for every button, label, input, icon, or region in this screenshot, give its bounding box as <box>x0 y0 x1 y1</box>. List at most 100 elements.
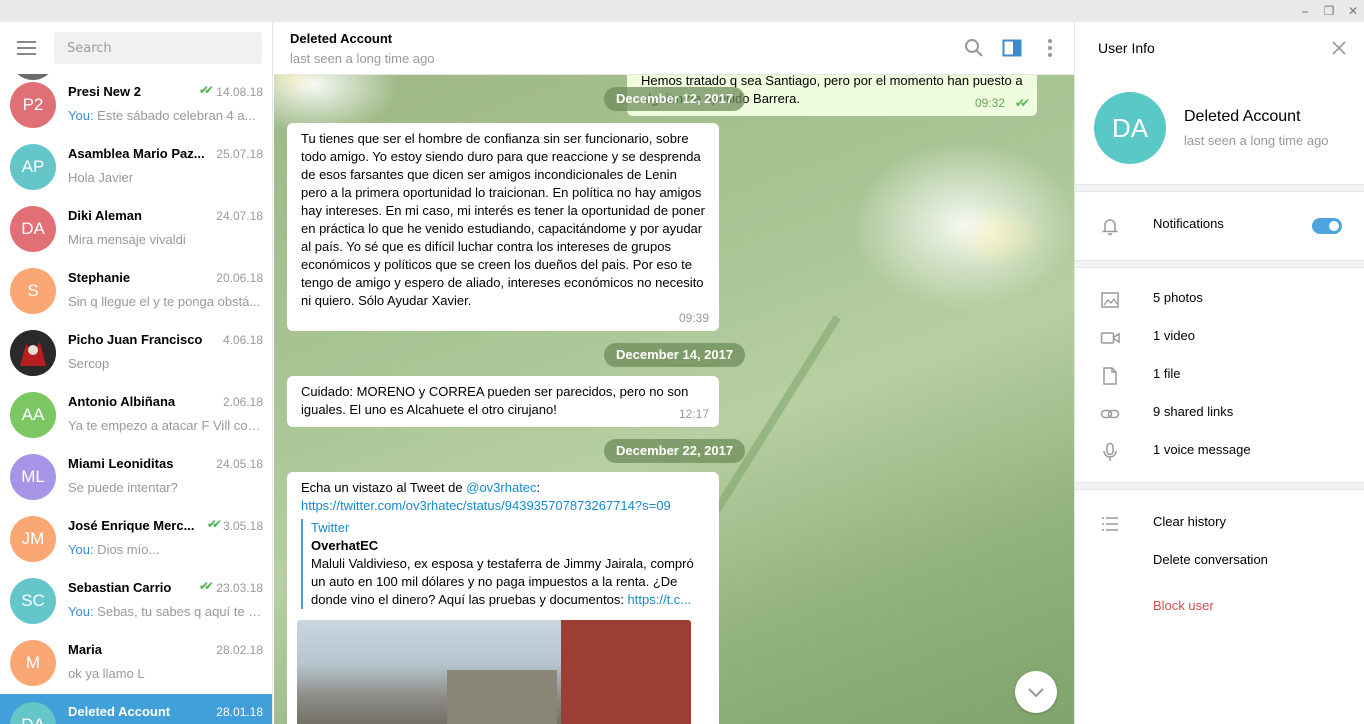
avatar[interactable]: DA <box>1094 92 1166 164</box>
chat-list-item[interactable]: P2 Presi New 2 ✔✔ 14.08.18 You: Este sábado … <box>0 74 272 136</box>
chat-date: 4.06.18 <box>222 333 263 347</box>
avatar: DA <box>10 206 56 252</box>
chat-date: 23.03.18 <box>216 581 263 595</box>
message-bubble-incoming[interactable]: Echa un vistazo al Tweet de @ov3rhatec: … <box>287 472 719 724</box>
message-text: Echa un vistazo al Tweet de @ov3rhatec: <box>301 480 541 495</box>
menu-icon[interactable] <box>17 41 36 55</box>
chat-preview: Sin q llegue el y te ponga obstá... <box>68 294 261 309</box>
avatar: M <box>10 640 56 686</box>
chat-list-item[interactable]: ML Miami Leoniditas 24.05.18 Se puede inten… <box>0 446 272 508</box>
link-preview[interactable]: Twitter OverhatEC Maluli Valdivieso, ex … <box>301 519 705 609</box>
message-time: 12:17 <box>678 407 709 421</box>
minimize-icon[interactable]: ⎯ <box>1297 3 1313 19</box>
preview-title: OverhatEC <box>311 538 379 553</box>
search-input[interactable] <box>54 32 262 64</box>
chat-preview: You: Este sábado celebran 4 a... <box>68 108 256 123</box>
chat-list-item[interactable]: S Stephanie 20.06.18 Sin q llegue el y te p… <box>0 260 272 322</box>
chat-header: Deleted Account last seen a long time ag… <box>274 22 1074 75</box>
search-icon[interactable] <box>964 38 984 58</box>
chat-name: Antonio Albiñana <box>68 394 176 409</box>
media-row-videos[interactable]: 1 video <box>1075 318 1364 356</box>
avatar: DA <box>10 702 56 724</box>
photo-icon <box>1101 292 1119 308</box>
video-icon <box>1100 332 1120 344</box>
read-checks-icon: ✔✔ <box>198 83 214 97</box>
date-separator: December 12, 2017 <box>604 87 746 111</box>
close-window-icon[interactable]: ✕ <box>1345 3 1361 19</box>
chat-name: Stephanie <box>68 270 131 285</box>
chat-list-item[interactable]: JM José Enrique Merc... ✔✔ 3.05.18 You: Dios… <box>0 508 272 570</box>
chat-list-item[interactable]: DA Diki Aleman 24.07.18 Mira mensaje vivald… <box>0 198 272 260</box>
chat-preview: You: Sebas, tu sabes q aquí te q... <box>68 604 263 619</box>
media-row-photos[interactable]: 5 photos <box>1075 280 1364 318</box>
mention-link[interactable]: @ov3rhatec <box>466 480 536 495</box>
media-count-label: 9 shared links <box>1153 404 1234 419</box>
chat-list-item[interactable]: M Maria 28.02.18 ok ya llamo L <box>0 632 272 694</box>
avatar: JM <box>10 516 56 562</box>
message-bubble-incoming[interactable]: Tu tienes que ser el hombre de confianza… <box>287 123 719 331</box>
close-icon[interactable] <box>1331 40 1347 56</box>
preview-description: Maluli Valdivieso, ex esposa y testaferr… <box>311 556 694 607</box>
user-info-panel: User Info DA Deleted Account last seen a… <box>1074 22 1364 724</box>
message-time: 09:39 <box>678 311 709 325</box>
user-status: last seen a long time ago <box>1184 133 1329 148</box>
media-count-label: 1 file <box>1153 366 1181 381</box>
tweet-url-link[interactable]: https://twitter.com/ov3rhatec/status/943… <box>301 497 705 515</box>
sidebar: P2Presi New 2✔✔14.08.18You: Este sábado … <box>0 22 273 724</box>
chat-title[interactable]: Deleted Account <box>290 31 392 46</box>
chat-preview: ok ya llamo L <box>68 666 145 681</box>
chat-name: Sebastian Carrio <box>68 580 172 595</box>
delete-conversation-button[interactable]: Delete conversation <box>1075 542 1364 580</box>
chat-preview: Mira mensaje vivaldi <box>68 232 186 247</box>
panel-title: User Info <box>1098 40 1155 56</box>
chat-name: José Enrique Merc... <box>68 518 195 533</box>
read-checks-icon: ✔✔ <box>198 579 214 593</box>
more-vertical-icon[interactable] <box>1040 38 1060 58</box>
clear-history-button[interactable]: Clear history <box>1075 504 1364 542</box>
restore-icon[interactable]: ❐ <box>1321 3 1337 19</box>
chat-name: Deleted Account <box>68 704 171 719</box>
avatar: SC <box>10 578 56 624</box>
notifications-row[interactable]: Notifications <box>1075 206 1364 244</box>
clear-history-label: Clear history <box>1153 514 1226 529</box>
block-user-button[interactable]: Block user <box>1075 588 1364 626</box>
avatar: P2 <box>10 82 56 128</box>
media-row-links[interactable]: 9 shared links <box>1075 394 1364 432</box>
file-icon <box>1103 367 1117 385</box>
chat-preview: Se puede intentar? <box>68 480 178 495</box>
chat-list-item[interactable]: AP Asamblea Mario Paz... 25.07.18 Hola Javi… <box>0 136 272 198</box>
notifications-toggle[interactable] <box>1312 218 1342 234</box>
media-row-files[interactable]: 1 file <box>1075 356 1364 394</box>
date-separator: December 22, 2017 <box>604 439 746 463</box>
chat-preview: Ya te empezo a atacar F Vill con... <box>68 418 263 433</box>
user-name: Deleted Account <box>1184 108 1301 125</box>
media-row-voice[interactable]: 1 voice message <box>1075 432 1364 470</box>
divider <box>1075 482 1364 490</box>
list-icon <box>1102 517 1118 531</box>
scroll-down-button[interactable] <box>1015 671 1057 713</box>
chat-list-item[interactable]: Picho Juan Francisco 4.06.18 Sercop <box>0 322 272 384</box>
chat-name: Diki Aleman <box>68 208 142 223</box>
chat-list-item[interactable]: AA Antonio Albiñana 2.06.18 Ya te empezo a … <box>0 384 272 446</box>
sidebar-toggle-icon[interactable] <box>1002 38 1022 58</box>
chat-list-item[interactable]: SC Sebastian Carrio ✔✔ 23.03.18 You: Sebas, … <box>0 570 272 632</box>
chat-date: 24.05.18 <box>216 457 263 471</box>
chat-date: 28.01.18 <box>216 705 263 719</box>
chat-name: Presi New 2 <box>68 84 141 99</box>
chat-date: 3.05.18 <box>222 519 263 533</box>
divider <box>1075 184 1364 192</box>
chat-status: last seen a long time ago <box>290 51 435 66</box>
bell-icon <box>1101 219 1119 236</box>
message-text: Tu tienes que ser el hombre de confianza… <box>301 131 705 308</box>
preview-description-link[interactable]: https://t.c... <box>628 592 692 607</box>
message-bubble-incoming[interactable]: Cuidado: MORENO y CORREA pueden ser pare… <box>287 376 719 427</box>
chat-preview: Hola Javier <box>68 170 134 185</box>
read-checks-icon: ✔✔ <box>1014 96 1030 110</box>
chat-name: Picho Juan Francisco <box>68 332 203 347</box>
chat-date: 28.02.18 <box>216 643 263 657</box>
chat-background: Hemos tratado q sea Santiago, pero por e… <box>274 66 1074 724</box>
block-user-label: Block user <box>1153 598 1214 613</box>
chat-list-item[interactable]: DA Deleted Account 28.01.18 <box>0 694 272 724</box>
divider <box>1075 260 1364 268</box>
preview-photo[interactable] <box>297 620 691 724</box>
